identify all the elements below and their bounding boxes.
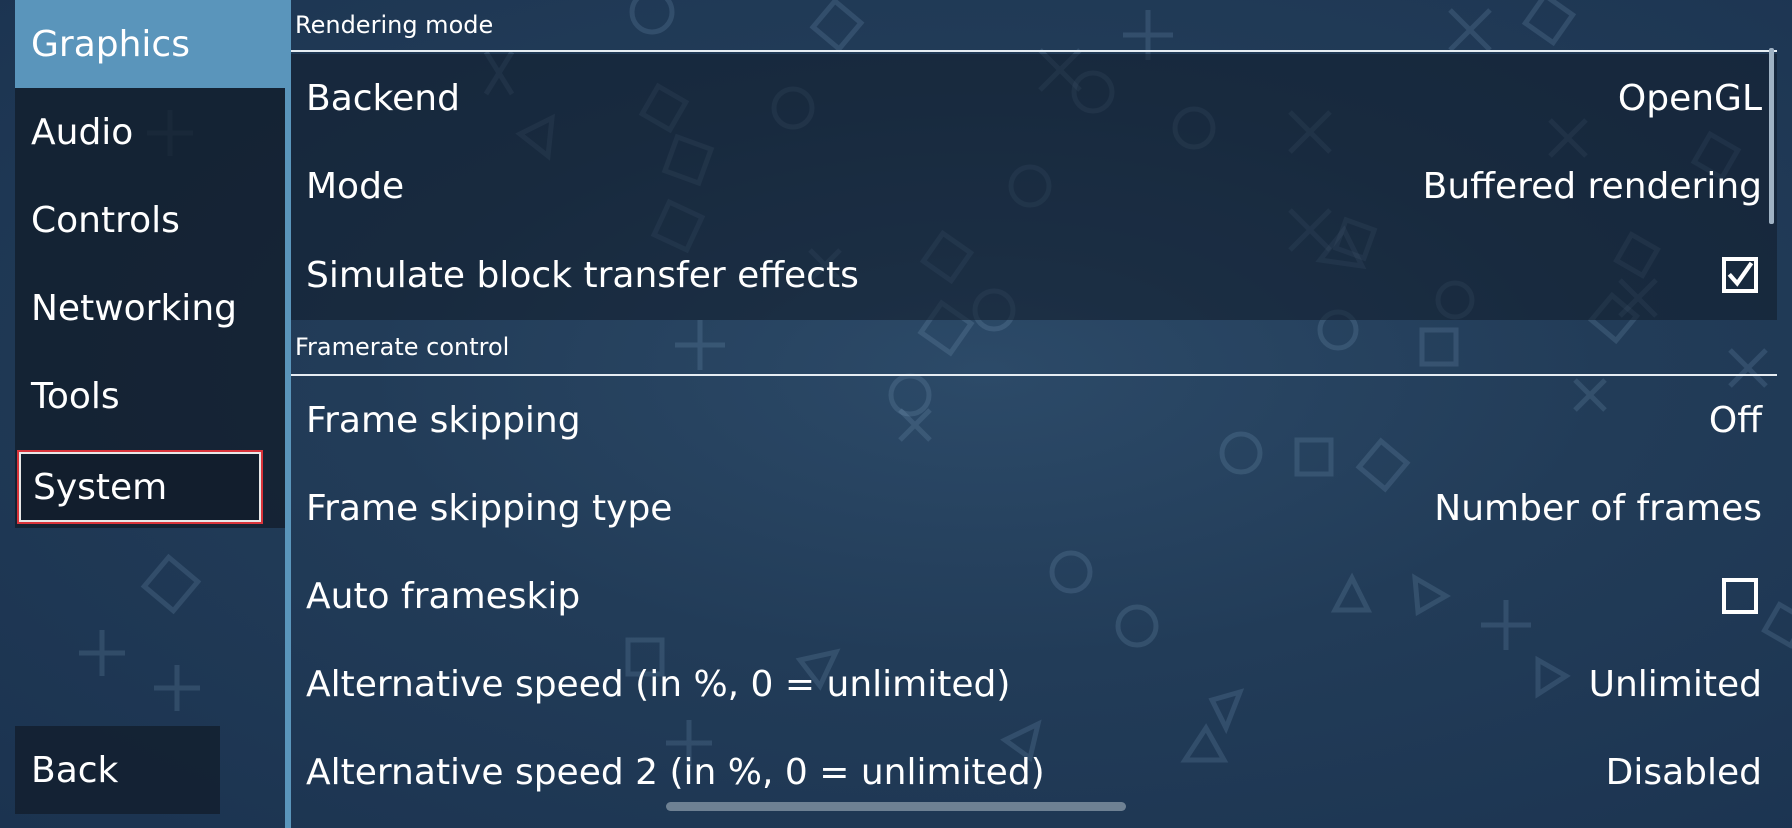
checkbox-checked-icon[interactable] bbox=[1722, 257, 1758, 293]
section-header-rendering-mode: Rendering mode bbox=[291, 0, 1777, 52]
vertical-scrollbar[interactable] bbox=[1769, 48, 1774, 224]
tab-controls[interactable]: Controls bbox=[15, 176, 285, 264]
back-button[interactable]: Back bbox=[15, 726, 220, 814]
setting-backend[interactable]: Backend OpenGL bbox=[291, 54, 1777, 142]
setting-value: Off bbox=[1708, 399, 1762, 441]
tab-graphics-label: Graphics bbox=[31, 23, 190, 65]
setting-value: Number of frames bbox=[1434, 487, 1762, 529]
setting-label: Alternative speed (in %, 0 = unlimited) bbox=[306, 663, 1011, 705]
setting-value: OpenGL bbox=[1617, 77, 1762, 119]
setting-frame-skipping-type[interactable]: Frame skipping type Number of frames bbox=[291, 464, 1777, 552]
tab-networking-label: Networking bbox=[31, 287, 237, 329]
home-indicator[interactable] bbox=[666, 802, 1126, 811]
tab-graphics[interactable]: Graphics bbox=[15, 0, 285, 88]
setting-label: Frame skipping type bbox=[306, 487, 673, 529]
section-title: Framerate control bbox=[295, 333, 510, 361]
checkbox-unchecked-icon[interactable] bbox=[1722, 578, 1758, 614]
back-button-label: Back bbox=[31, 749, 119, 791]
setting-label: Simulate block transfer effects bbox=[306, 254, 859, 296]
setting-label: Backend bbox=[306, 77, 460, 119]
setting-label: Auto frameskip bbox=[306, 575, 581, 617]
tab-audio[interactable]: Audio bbox=[15, 88, 285, 176]
tab-networking[interactable]: Networking bbox=[15, 264, 285, 352]
setting-value: Disabled bbox=[1605, 751, 1762, 793]
checkmark-icon bbox=[1727, 261, 1754, 287]
setting-value: Buffered rendering bbox=[1422, 165, 1762, 207]
setting-alternative-speed[interactable]: Alternative speed (in %, 0 = unlimited) … bbox=[291, 640, 1777, 728]
tab-audio-label: Audio bbox=[31, 111, 134, 153]
tab-system[interactable]: System bbox=[17, 450, 263, 524]
section-header-framerate-control: Framerate control bbox=[291, 320, 1777, 376]
section-title: Rendering mode bbox=[295, 11, 494, 39]
setting-label: Mode bbox=[306, 165, 405, 207]
setting-simulate-block-transfer[interactable]: Simulate block transfer effects bbox=[291, 230, 1777, 320]
setting-value: Unlimited bbox=[1588, 663, 1762, 705]
tab-tools[interactable]: Tools bbox=[15, 352, 285, 440]
tab-system-label: System bbox=[33, 466, 168, 508]
settings-panel: Rendering mode Backend OpenGL Mode Buffe… bbox=[291, 0, 1777, 828]
setting-label: Frame skipping bbox=[306, 399, 581, 441]
setting-mode[interactable]: Mode Buffered rendering bbox=[291, 142, 1777, 230]
settings-sidebar: Graphics Audio Controls Networking Tools… bbox=[15, 0, 285, 828]
setting-frame-skipping[interactable]: Frame skipping Off bbox=[291, 376, 1777, 464]
setting-label: Alternative speed 2 (in %, 0 = unlimited… bbox=[306, 751, 1045, 793]
tab-tools-label: Tools bbox=[31, 375, 120, 417]
tab-controls-label: Controls bbox=[31, 199, 180, 241]
setting-auto-frameskip[interactable]: Auto frameskip bbox=[291, 552, 1777, 640]
